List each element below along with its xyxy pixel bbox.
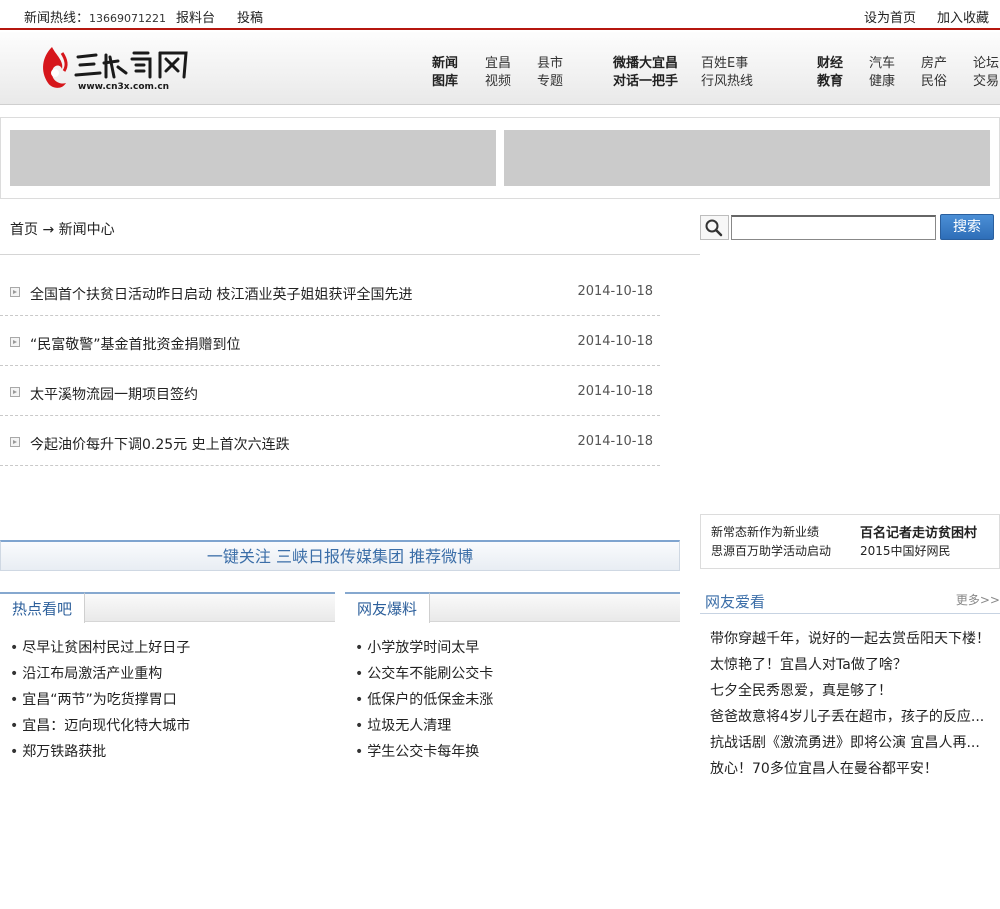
hot-item[interactable]: 沿江布局激活产业重构 (10, 663, 162, 683)
banner-area (0, 117, 1000, 199)
logo-url: www.cn3x.com.cn (78, 82, 169, 92)
news-date: 2014-10-18 (577, 434, 653, 449)
more-link[interactable]: 更多>> (956, 591, 1000, 608)
search-icon (705, 219, 723, 237)
side-link[interactable]: 百名记者走访贫困村 (860, 522, 977, 541)
netizen-item[interactable]: 低保户的低保金未涨 (355, 689, 493, 709)
favorites-item[interactable]: 爸爸故意将4岁儿子丢在超市，孩子的反应... (710, 706, 995, 726)
netizen-section-header: 网友爆料 (345, 592, 680, 623)
nav-counties[interactable]: 县市 (537, 52, 563, 71)
favorites-item[interactable]: 放心！70多位宜昌人在曼谷都平安！ (710, 758, 995, 778)
breadcrumb-arrow: → (42, 222, 55, 238)
nav-forum[interactable]: 论坛 (973, 52, 999, 71)
nav-yichang[interactable]: 宜昌 (485, 52, 511, 71)
nav-news[interactable]: 新闻 (432, 52, 458, 71)
nav-finance[interactable]: 财经 (817, 52, 843, 71)
news-title[interactable]: 今起油价每升下调0.25元 史上首次六连跌 (30, 434, 290, 454)
side-link[interactable]: 思源百万助学活动启动 (711, 542, 831, 559)
nav-auto[interactable]: 汽车 (869, 52, 895, 71)
favorites-item[interactable]: 七夕全民秀恩爱，真是够了！ (710, 680, 995, 700)
search-button[interactable]: 搜索 (940, 214, 994, 240)
news-row[interactable]: 太平溪物流园一期项目签约 2014-10-18 (0, 366, 660, 416)
nav-folk[interactable]: 民俗 (921, 70, 947, 89)
side-link[interactable]: 2015中国好网民 (860, 542, 951, 559)
nav-health[interactable]: 健康 (869, 70, 895, 89)
news-date: 2014-10-18 (577, 334, 653, 349)
netizen-section-tab[interactable]: 网友爆料 (345, 592, 431, 623)
side-links-box: 新常态新作为新业绩 百名记者走访贫困村 思源百万助学活动启动 2015中国好网民 (700, 514, 1000, 569)
add-favorite-link[interactable]: 加入收藏 (937, 7, 989, 26)
hot-section-tab[interactable]: 热点看吧 (0, 592, 86, 623)
nav-education[interactable]: 教育 (817, 70, 843, 89)
news-title[interactable]: 太平溪物流园一期项目签约 (30, 384, 198, 404)
nav-dialogue[interactable]: 对话一把手 (613, 70, 678, 89)
netizen-item[interactable]: 公交车不能刷公交卡 (355, 663, 493, 683)
netizen-item[interactable]: 垃圾无人清理 (355, 715, 451, 735)
favorites-item[interactable]: 太惊艳了！宜昌人对Ta做了啥？ (710, 654, 995, 674)
submit-link[interactable]: 投稿 (237, 7, 263, 26)
banner-right[interactable] (504, 130, 990, 186)
logo-mark: www.cn3x.com.cn (43, 47, 188, 92)
nav-baixing[interactable]: 百姓E事 (701, 52, 748, 71)
favorites-item[interactable]: 带你穿越千年，说好的一起去赏岳阳天下楼！ (710, 628, 995, 648)
news-title[interactable]: “民富敬警”基金首批资金捐赠到位 (30, 334, 241, 354)
set-home-link[interactable]: 设为首页 (864, 7, 916, 26)
hotline-number: 13669071221 (89, 12, 166, 25)
breadcrumb-home[interactable]: 首页 (10, 222, 38, 238)
hotline: 新闻热线：13669071221 (24, 7, 166, 26)
hotline-label: 新闻热线： (24, 11, 90, 26)
breadcrumb-divider (0, 254, 700, 255)
nav-hotline[interactable]: 行风热线 (701, 70, 753, 89)
follow-weibo-bar[interactable]: 一键关注 三峡日报传媒集团 推荐微博 (0, 540, 680, 571)
hot-item[interactable]: 郑万铁路获批 (10, 741, 106, 761)
nav-topics[interactable]: 专题 (537, 70, 563, 89)
top-bar: 新闻热线：13669071221 报料台 投稿 设为首页 加入收藏 (0, 0, 1000, 30)
netizen-item[interactable]: 小学放学时间太早 (355, 637, 479, 657)
nav-house[interactable]: 房产 (921, 52, 947, 71)
nav-gallery[interactable]: 图库 (432, 70, 458, 89)
favorites-title: 网友爱看 (705, 593, 766, 611)
arrow-bullet-icon (10, 387, 20, 397)
news-row[interactable]: “民富敬警”基金首批资金捐赠到位 2014-10-18 (0, 316, 660, 366)
breadcrumb-current[interactable]: 新闻中心 (59, 222, 115, 238)
report-link[interactable]: 报料台 (176, 7, 215, 26)
nav-weibo[interactable]: 微播大宜昌 (613, 52, 678, 71)
side-link[interactable]: 新常态新作为新业绩 (711, 523, 819, 540)
search-input[interactable] (731, 215, 936, 240)
nav-video[interactable]: 视频 (485, 70, 511, 89)
hot-item[interactable]: 宜昌：迈向现代化特大城市 (10, 715, 190, 735)
arrow-bullet-icon (10, 437, 20, 447)
news-date: 2014-10-18 (577, 384, 653, 399)
breadcrumb: 首页 → 新闻中心 (10, 219, 115, 239)
site-header: www.cn3x.com.cn 新闻 宜昌 县市 图库 视频 专题 微播大宜昌 … (0, 32, 1000, 105)
banner-left[interactable] (10, 130, 496, 186)
search-icon-box (700, 215, 729, 240)
arrow-bullet-icon (10, 287, 20, 297)
site-logo[interactable]: www.cn3x.com.cn (38, 43, 198, 93)
hot-item[interactable]: 尽早让贫困村民过上好日子 (10, 637, 190, 657)
arrow-bullet-icon (10, 337, 20, 347)
news-row[interactable]: 全国首个扶贫日活动昨日启动 枝江酒业英子姐姐获评全国先进 2014-10-18 (0, 266, 660, 316)
news-title[interactable]: 全国首个扶贫日活动昨日启动 枝江酒业英子姐姐获评全国先进 (30, 284, 412, 304)
hot-section-header: 热点看吧 (0, 592, 335, 623)
hot-item[interactable]: 宜昌“两节”为吃货撑胃口 (10, 689, 177, 709)
favorites-item[interactable]: 抗战话剧《激流勇进》即将公演 宜昌人再... (710, 732, 995, 752)
nav-trade[interactable]: 交易 (973, 70, 999, 89)
news-date: 2014-10-18 (577, 284, 653, 299)
netizen-item[interactable]: 学生公交卡每年换 (355, 741, 479, 761)
favorites-header: 网友爱看 更多>> (700, 588, 1000, 614)
news-row[interactable]: 今起油价每升下调0.25元 史上首次六连跌 2014-10-18 (0, 416, 660, 466)
